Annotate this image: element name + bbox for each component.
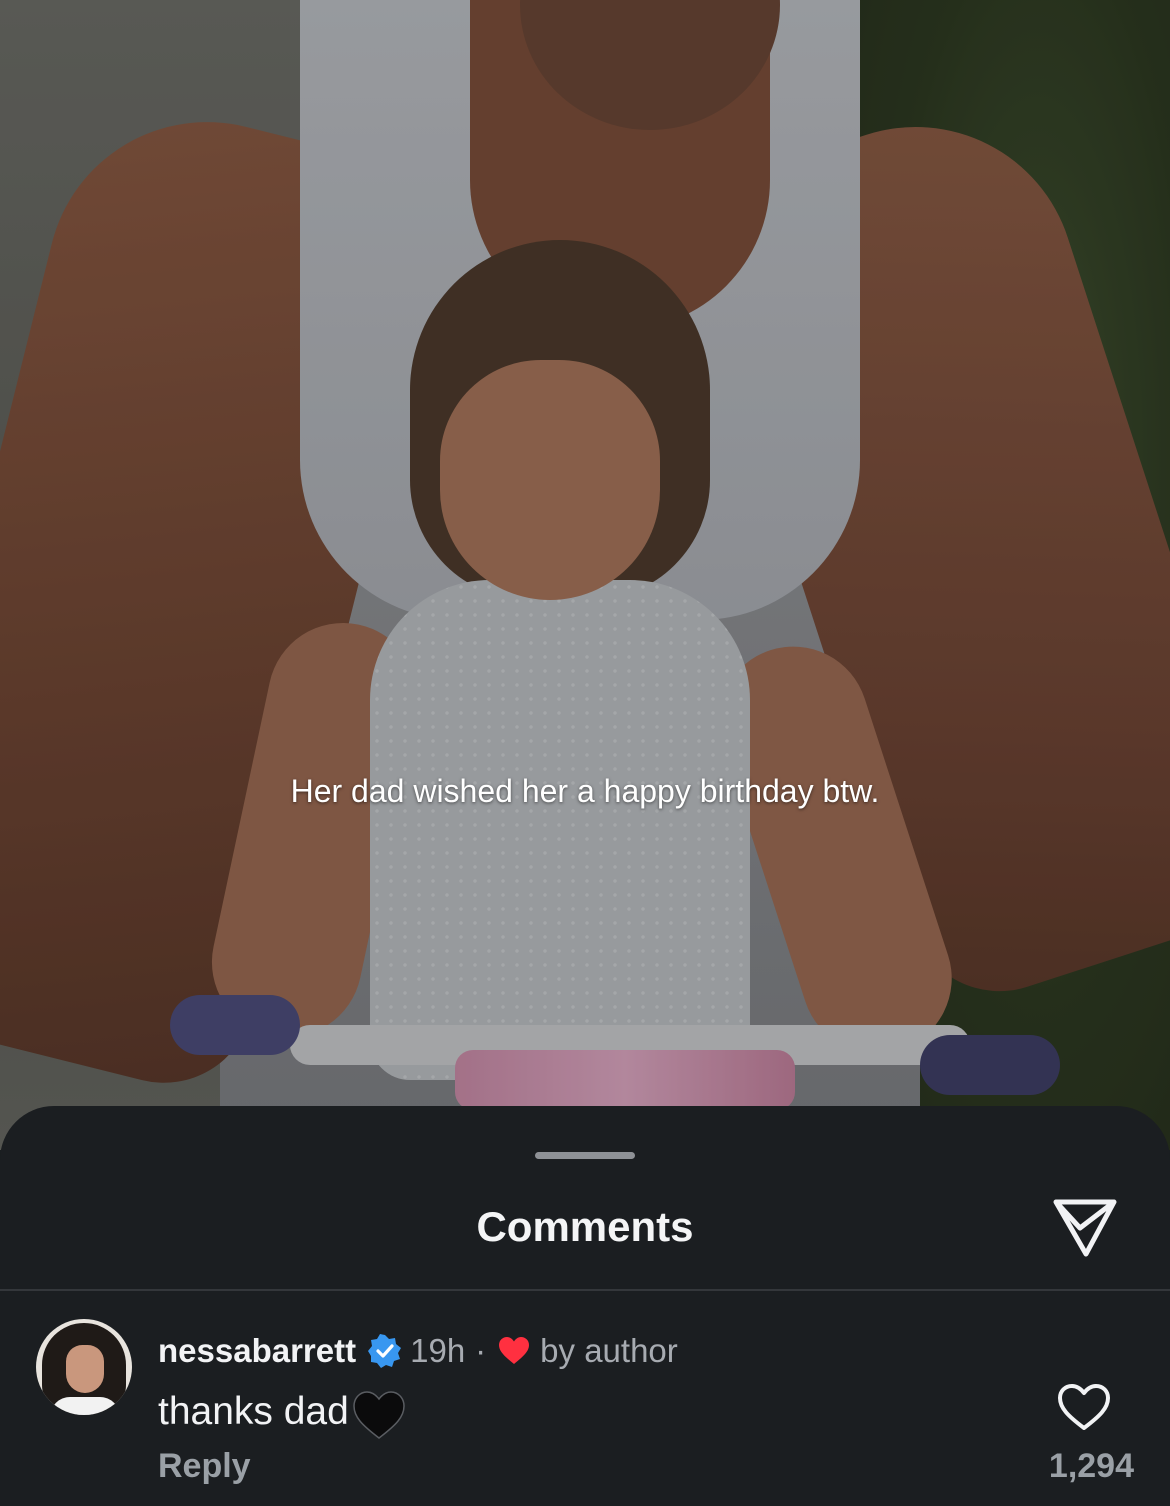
comment-text: thanks dad — [158, 1390, 349, 1433]
app-screen: Her dad wished her a happy birthday btw.… — [0, 0, 1170, 1506]
verified-badge-icon — [368, 1334, 402, 1368]
heart-outline-icon[interactable] — [1056, 1381, 1112, 1433]
sheet-grabber-handle[interactable] — [535, 1152, 635, 1159]
sheet-title: Comments — [476, 1203, 694, 1250]
post-photo[interactable]: Her dad wished her a happy birthday btw. — [0, 0, 1170, 1150]
photo-dim-overlay — [0, 0, 1170, 1150]
red-heart-icon — [499, 1337, 530, 1364]
comments-sheet: Comments nessabarrett 19h · by author th… — [0, 1106, 1170, 1506]
like-count: 1,294 — [1048, 1447, 1134, 1485]
meta-separator: · — [475, 1332, 487, 1369]
comment-body: thanks dad — [158, 1383, 407, 1441]
reply-button[interactable]: Reply — [158, 1447, 251, 1486]
liked-by-author-label: by author — [540, 1332, 678, 1369]
post-caption: Her dad wished her a happy birthday btw. — [290, 773, 880, 809]
comment-username[interactable]: nessabarrett — [158, 1332, 356, 1370]
black-heart-icon — [353, 1391, 405, 1439]
comment-meta: nessabarrett 19h · by author — [158, 1331, 678, 1371]
comment-timestamp: 19h — [410, 1332, 466, 1369]
avatar[interactable] — [36, 1319, 132, 1415]
paper-plane-icon[interactable] — [1050, 1194, 1120, 1260]
comment-item: nessabarrett 19h · by author thanks dad … — [0, 1291, 1170, 1506]
